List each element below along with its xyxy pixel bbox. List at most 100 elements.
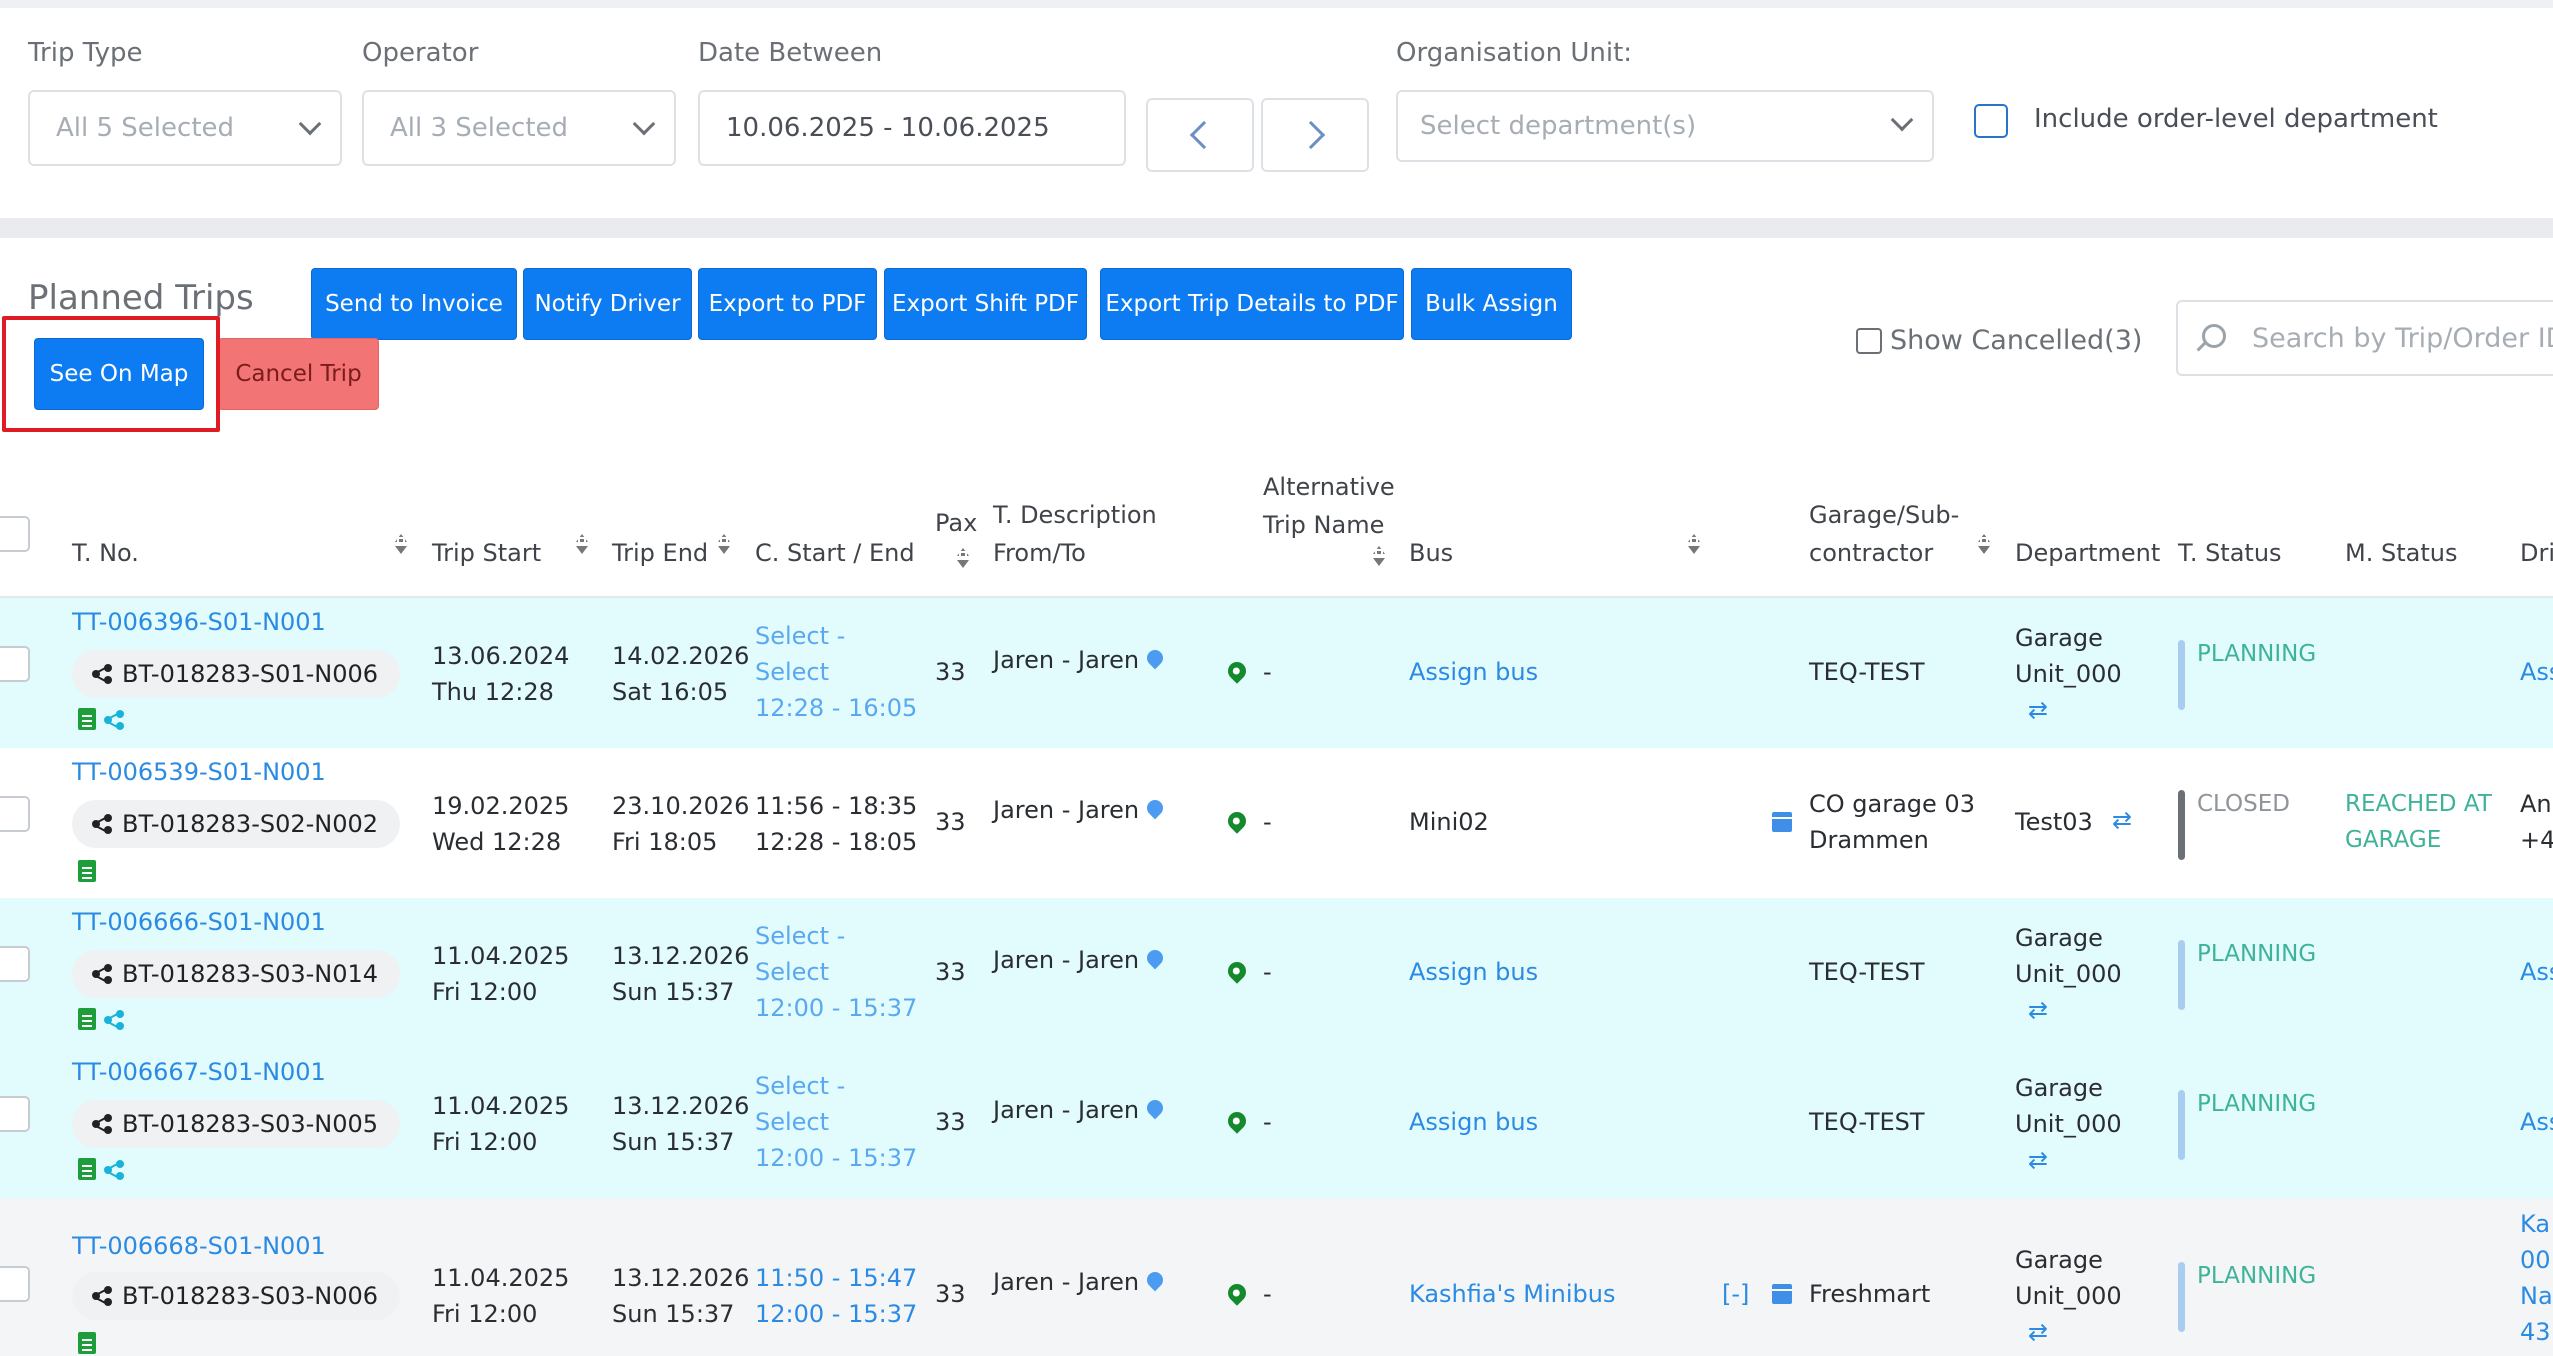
- table-row[interactable]: TT-006668-S01-N001 BT-018283-S03-N006 11…: [0, 1198, 2553, 1356]
- search-input[interactable]: Search by Trip/Order ID: [2176, 300, 2553, 376]
- notify-driver-button[interactable]: Notify Driver: [523, 268, 692, 340]
- document-icon[interactable]: [78, 860, 96, 882]
- row-checkbox[interactable]: [0, 796, 30, 832]
- document-icon[interactable]: [78, 1158, 96, 1180]
- export-pdf-button[interactable]: Export to PDF: [698, 268, 877, 340]
- driver-line4[interactable]: 43: [2520, 1314, 2551, 1350]
- c-end-select[interactable]: Select: [755, 1104, 829, 1140]
- sort-icon[interactable]: [394, 534, 408, 556]
- map-pin-icon[interactable]: [1224, 808, 1250, 834]
- calendar-icon[interactable]: [1772, 1284, 1792, 1304]
- trip-number-link[interactable]: TT-006668-S01-N001: [72, 1228, 326, 1264]
- document-icon[interactable]: [78, 708, 96, 730]
- trip-type-select[interactable]: All 5 Selected: [28, 90, 342, 166]
- col-garage-line1[interactable]: Garage/Sub-: [1809, 496, 1959, 534]
- booking-number-pill[interactable]: BT-018283-S03-N006: [72, 1272, 401, 1320]
- map-pin-icon[interactable]: [1224, 658, 1250, 684]
- driver-line2[interactable]: 00: [2520, 1242, 2551, 1278]
- assign-bus-link[interactable]: Assign bus: [1409, 1104, 1538, 1140]
- calendar-icon[interactable]: [1772, 812, 1792, 832]
- select-all-checkbox[interactable]: [0, 516, 30, 552]
- include-order-level-checkbox[interactable]: [1974, 104, 2008, 138]
- map-pin-icon[interactable]: [1143, 946, 1167, 970]
- prev-date-button[interactable]: [1146, 98, 1254, 172]
- assign-driver-link[interactable]: Ass: [2520, 654, 2553, 690]
- map-pin-icon[interactable]: [1143, 1096, 1167, 1120]
- document-icon[interactable]: [78, 1008, 96, 1030]
- driver-line3[interactable]: Na: [2520, 1278, 2553, 1314]
- document-icon[interactable]: [78, 1332, 96, 1354]
- col-c-start-end[interactable]: C. Start / End: [755, 534, 915, 572]
- cancel-trip-button[interactable]: Cancel Trip: [218, 338, 379, 410]
- table-row[interactable]: TT-006396-S01-N001 BT-018283-S01-N006 13…: [0, 598, 2553, 748]
- map-pin-icon[interactable]: [1224, 1280, 1250, 1306]
- sort-icon[interactable]: [575, 534, 589, 556]
- c-end-select[interactable]: Select: [755, 654, 829, 690]
- col-description-line1[interactable]: T. Description: [993, 496, 1157, 534]
- sort-icon[interactable]: [1372, 546, 1386, 568]
- sort-icon[interactable]: [1687, 534, 1701, 556]
- assign-bus-link[interactable]: Assign bus: [1409, 654, 1538, 690]
- col-tno[interactable]: T. No.: [72, 534, 139, 572]
- export-trip-details-pdf-button[interactable]: Export Trip Details to PDF: [1100, 268, 1404, 340]
- map-pin-icon[interactable]: [1143, 646, 1167, 670]
- show-cancelled-toggle[interactable]: Show Cancelled(3): [1856, 325, 2142, 356]
- swap-icon[interactable]: ⇄: [2028, 998, 2048, 1022]
- row-checkbox[interactable]: [0, 646, 30, 682]
- col-pax[interactable]: Pax: [935, 504, 977, 542]
- swap-icon[interactable]: ⇄: [2028, 698, 2048, 722]
- assign-driver-link[interactable]: Ass: [2520, 954, 2553, 990]
- map-pin-icon[interactable]: [1143, 1268, 1167, 1292]
- operator-select[interactable]: All 3 Selected: [362, 90, 676, 166]
- table-row[interactable]: TT-006667-S01-N001 BT-018283-S03-N005 11…: [0, 1048, 2553, 1198]
- booking-number-pill[interactable]: BT-018283-S01-N006: [72, 650, 401, 698]
- col-t-status[interactable]: T. Status: [2178, 534, 2282, 572]
- share-icon[interactable]: [104, 1160, 124, 1180]
- table-row[interactable]: TT-006539-S01-N001 BT-018283-S02-N002 19…: [0, 748, 2553, 898]
- c-end-select[interactable]: Select: [755, 954, 829, 990]
- map-pin-icon[interactable]: [1224, 1108, 1250, 1134]
- c-start-time[interactable]: 11:50 - 15:47: [755, 1260, 917, 1296]
- booking-number-pill[interactable]: BT-018283-S03-N005: [72, 1100, 401, 1148]
- driver-line1[interactable]: Ka: [2520, 1206, 2550, 1242]
- swap-icon[interactable]: ⇄: [2112, 808, 2132, 832]
- c-end-time[interactable]: 12:00 - 15:37: [755, 1296, 917, 1332]
- assign-bus-link[interactable]: Assign bus: [1409, 954, 1538, 990]
- c-start-select[interactable]: Select -: [755, 1068, 845, 1104]
- table-row[interactable]: TT-006666-S01-N001 BT-018283-S03-N014 11…: [0, 898, 2553, 1048]
- row-checkbox[interactable]: [0, 1266, 30, 1302]
- row-checkbox[interactable]: [0, 1096, 30, 1132]
- col-trip-end[interactable]: Trip End: [612, 534, 708, 572]
- trip-number-link[interactable]: TT-006396-S01-N001: [72, 604, 326, 640]
- col-department[interactable]: Department: [2015, 534, 2160, 572]
- col-driver[interactable]: Dri: [2520, 534, 2553, 572]
- swap-icon[interactable]: ⇄: [2028, 1320, 2048, 1344]
- map-pin-icon[interactable]: [1143, 796, 1167, 820]
- export-shift-pdf-button[interactable]: Export Shift PDF: [884, 268, 1087, 340]
- org-unit-select[interactable]: Select department(s): [1396, 90, 1934, 162]
- bulk-assign-button[interactable]: Bulk Assign: [1411, 268, 1572, 340]
- col-alt-name-line1[interactable]: Alternative: [1263, 468, 1395, 506]
- date-range-input[interactable]: 10.06.2025 - 10.06.2025: [698, 90, 1126, 166]
- sort-icon[interactable]: [1977, 534, 1991, 556]
- trip-number-link[interactable]: TT-006539-S01-N001: [72, 754, 326, 790]
- sort-icon[interactable]: [717, 534, 731, 556]
- share-icon[interactable]: [104, 710, 124, 730]
- trip-number-link[interactable]: TT-006667-S01-N001: [72, 1054, 326, 1090]
- trip-number-link[interactable]: TT-006666-S01-N001: [72, 904, 326, 940]
- booking-number-pill[interactable]: BT-018283-S02-N002: [72, 800, 401, 848]
- send-to-invoice-button[interactable]: Send to Invoice: [311, 268, 517, 340]
- col-trip-start[interactable]: Trip Start: [432, 534, 541, 572]
- assign-driver-link[interactable]: Ass: [2520, 1104, 2553, 1140]
- col-bus[interactable]: Bus: [1409, 534, 1453, 572]
- next-date-button[interactable]: [1261, 98, 1369, 172]
- row-checkbox[interactable]: [0, 946, 30, 982]
- share-icon[interactable]: [104, 1010, 124, 1030]
- show-cancelled-checkbox[interactable]: [1856, 327, 1882, 354]
- c-start-select[interactable]: Select -: [755, 918, 845, 954]
- booking-number-pill[interactable]: BT-018283-S03-N014: [72, 950, 401, 998]
- map-pin-icon[interactable]: [1224, 958, 1250, 984]
- c-start-select[interactable]: Select -: [755, 618, 845, 654]
- col-m-status[interactable]: M. Status: [2345, 534, 2457, 572]
- sort-icon[interactable]: [956, 548, 970, 570]
